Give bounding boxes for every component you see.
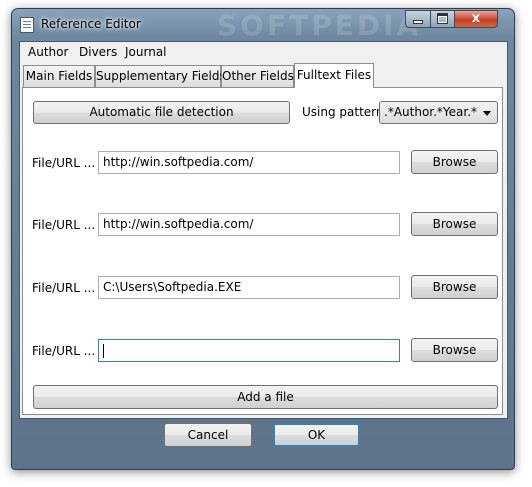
minimize-icon [413, 20, 423, 24]
menu-bar: Author Divers Journal [20, 42, 507, 62]
close-button[interactable]: x [454, 10, 498, 28]
pattern-select[interactable]: .*Author.*Year.* [379, 101, 498, 124]
window-title: Reference Editor [41, 17, 141, 31]
tab-fulltext-files[interactable]: Fulltext Files [294, 63, 374, 88]
automatic-file-detection-button[interactable]: Automatic file detection [33, 101, 290, 124]
browse-button-3[interactable]: Browse [411, 275, 498, 299]
file-url-label-1: File/URL ... [32, 156, 96, 170]
chevron-down-icon [483, 111, 491, 116]
tab-other-fields[interactable]: Other Fields [221, 65, 294, 87]
browse-button-2[interactable]: Browse [411, 212, 498, 236]
close-icon: x [471, 11, 481, 26]
cancel-button[interactable]: Cancel [164, 423, 252, 447]
file-url-label-4: File/URL ... [32, 344, 96, 358]
reference-editor-window: Reference Editor SOFTPEDIA x Author Dive… [11, 8, 515, 470]
text-caret [103, 343, 104, 358]
file-url-label-3: File/URL ... [32, 281, 96, 295]
minimize-button[interactable] [405, 10, 431, 28]
menu-divers[interactable]: Divers [79, 45, 117, 59]
pattern-label: Using pattern [302, 105, 384, 119]
file-url-label-2: File/URL ... [32, 218, 96, 232]
file-url-input-3[interactable]: C:\Users\Softpedia.EXE [98, 276, 400, 299]
client-area: Author Divers Journal Main Fields Supple… [19, 41, 508, 419]
file-url-input-4[interactable] [98, 339, 400, 362]
pattern-value: .*Author.*Year.* [384, 105, 478, 119]
maximize-button[interactable] [430, 10, 455, 28]
watermark: SOFTPEDIA [217, 9, 422, 42]
file-url-input-2[interactable]: http://win.softpedia.com/ [98, 213, 400, 236]
menu-author[interactable]: Author [28, 45, 68, 59]
browse-button-1[interactable]: Browse [411, 150, 498, 174]
menu-journal[interactable]: Journal [125, 45, 167, 59]
file-url-input-1[interactable]: http://win.softpedia.com/ [98, 151, 400, 174]
title-bar[interactable]: Reference Editor SOFTPEDIA x [12, 9, 514, 42]
ok-button[interactable]: OK [273, 423, 360, 447]
dialog-footer: Cancel OK [12, 419, 514, 465]
browse-button-4[interactable]: Browse [411, 338, 498, 362]
add-file-button[interactable]: Add a file [33, 385, 498, 409]
maximize-icon [437, 13, 448, 24]
fulltext-files-panel: Automatic file detection Using pattern .… [22, 87, 503, 415]
tab-main-fields[interactable]: Main Fields [23, 65, 95, 87]
tab-supplementary-fields[interactable]: Supplementary Fields [95, 65, 226, 87]
document-icon [20, 17, 34, 33]
